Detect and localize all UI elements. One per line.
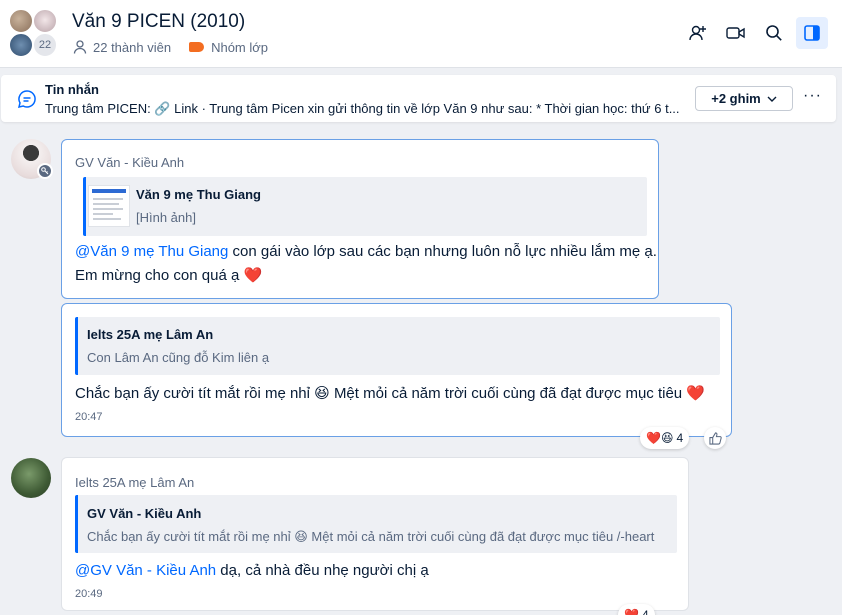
member-count[interactable]: 22 thành viên	[93, 40, 171, 55]
header-actions	[682, 17, 828, 49]
add-member-button[interactable]	[682, 17, 714, 49]
pinned-preview[interactable]: Trung tâm PICEN: 🔗 Link · Trung tâm Pice…	[45, 101, 685, 117]
message-time: 20:47	[75, 411, 103, 423]
like-icon	[708, 431, 722, 445]
message-time: 20:49	[75, 588, 103, 600]
pinned-count-label: +2 ghim	[711, 91, 761, 106]
quote-text: [Hình ảnh]	[136, 210, 196, 225]
message-text: Em mừng cho con quá ạ ❤️	[75, 267, 263, 284]
mention-link[interactable]: @Văn 9 mẹ Thu Giang	[75, 243, 228, 260]
image-thumbnail	[88, 185, 130, 227]
mention-link[interactable]: @GV Văn - Kiều Anh	[75, 562, 216, 579]
member-avatar	[8, 8, 34, 34]
quote-sender: GV Văn - Kiều Anh	[87, 506, 202, 521]
chevron-down-icon	[767, 96, 777, 102]
video-call-icon	[726, 27, 745, 39]
message-bubble[interactable]: Ielts 25A mẹ Lâm An Con Lâm An cũng đỗ K…	[61, 303, 732, 437]
group-avatar[interactable]: 22	[8, 8, 62, 60]
label-tag-icon	[189, 42, 205, 52]
message-text: @GV Văn - Kiều Anh dạ, cả nhà đều nhẹ ng…	[75, 562, 429, 579]
pinned-title: Tin nhắn	[45, 82, 99, 97]
reaction-summary[interactable]: ❤️ 4	[618, 604, 655, 615]
add-member-icon	[689, 25, 706, 41]
quoted-message[interactable]: GV Văn - Kiều Anh Chắc bạn ấy cười tít m…	[75, 495, 677, 553]
message-bubble[interactable]: Ielts 25A mẹ Lâm An GV Văn - Kiều Anh Ch…	[61, 457, 689, 611]
like-button[interactable]	[704, 427, 726, 449]
message-text-part: dạ, cả nhà đều nhẹ người chị ạ	[216, 562, 429, 579]
reaction-summary[interactable]: ❤️😆 4	[640, 427, 690, 449]
message-text-part: con gái vào lớp sau các bạn nhưng luôn n…	[228, 243, 657, 260]
reaction-count: 4	[641, 608, 649, 615]
search-button[interactable]	[758, 17, 790, 49]
message-bubble[interactable]: GV Văn - Kiều Anh Văn 9 mẹ Thu Giang [Hì…	[61, 139, 659, 299]
sender-name[interactable]: GV Văn - Kiều Anh	[75, 155, 184, 170]
user-icon	[73, 40, 87, 54]
sidebar-toggle-icon	[804, 25, 820, 41]
quote-sender: Văn 9 mẹ Thu Giang	[136, 187, 261, 202]
avatar-overflow-count: 22	[32, 32, 58, 58]
chat-bubble-icon	[17, 90, 36, 109]
sidebar-toggle-button[interactable]	[796, 17, 828, 49]
quote-text: Con Lâm An cũng đỗ Kim liên ạ	[87, 350, 270, 365]
video-call-button[interactable]	[720, 17, 752, 49]
more-options-button[interactable]: ···	[803, 87, 822, 105]
search-icon	[766, 25, 782, 41]
reaction-count: 4	[676, 431, 684, 445]
sender-name[interactable]: Ielts 25A mẹ Lâm An	[75, 475, 194, 490]
group-meta: 22 thành viên Nhóm lớp	[72, 39, 268, 55]
quote-text: Chắc bạn ấy cười tít mắt rồi mẹ nhỉ 😆 Mệ…	[87, 529, 655, 544]
reaction-emojis: ❤️	[624, 608, 639, 615]
quoted-message[interactable]: Ielts 25A mẹ Lâm An Con Lâm An cũng đỗ K…	[75, 317, 720, 375]
member-avatar	[32, 8, 58, 34]
quote-sender: Ielts 25A mẹ Lâm An	[87, 327, 214, 342]
chat-header: 22 Văn 9 PICEN (2010) 22 thành viên Nhóm…	[0, 0, 842, 68]
member-avatar	[8, 32, 34, 58]
reaction-emojis: ❤️😆	[646, 431, 674, 445]
quoted-message[interactable]: Văn 9 mẹ Thu Giang [Hình ảnh]	[83, 177, 647, 236]
message-text: @Văn 9 mẹ Thu Giang con gái vào lớp sau …	[75, 243, 657, 260]
avatar[interactable]	[11, 458, 51, 498]
group-title[interactable]: Văn 9 PICEN (2010)	[72, 11, 245, 33]
pinned-message-bar[interactable]: Tin nhắn Trung tâm PICEN: 🔗 Link · Trung…	[1, 75, 836, 122]
key-icon	[37, 163, 53, 179]
pinned-expand-button[interactable]: +2 ghim	[695, 86, 793, 111]
message-text: Chắc bạn ấy cười tít mắt rồi mẹ nhỉ 😆 Mệ…	[75, 385, 705, 402]
group-tag[interactable]: Nhóm lớp	[211, 40, 268, 55]
